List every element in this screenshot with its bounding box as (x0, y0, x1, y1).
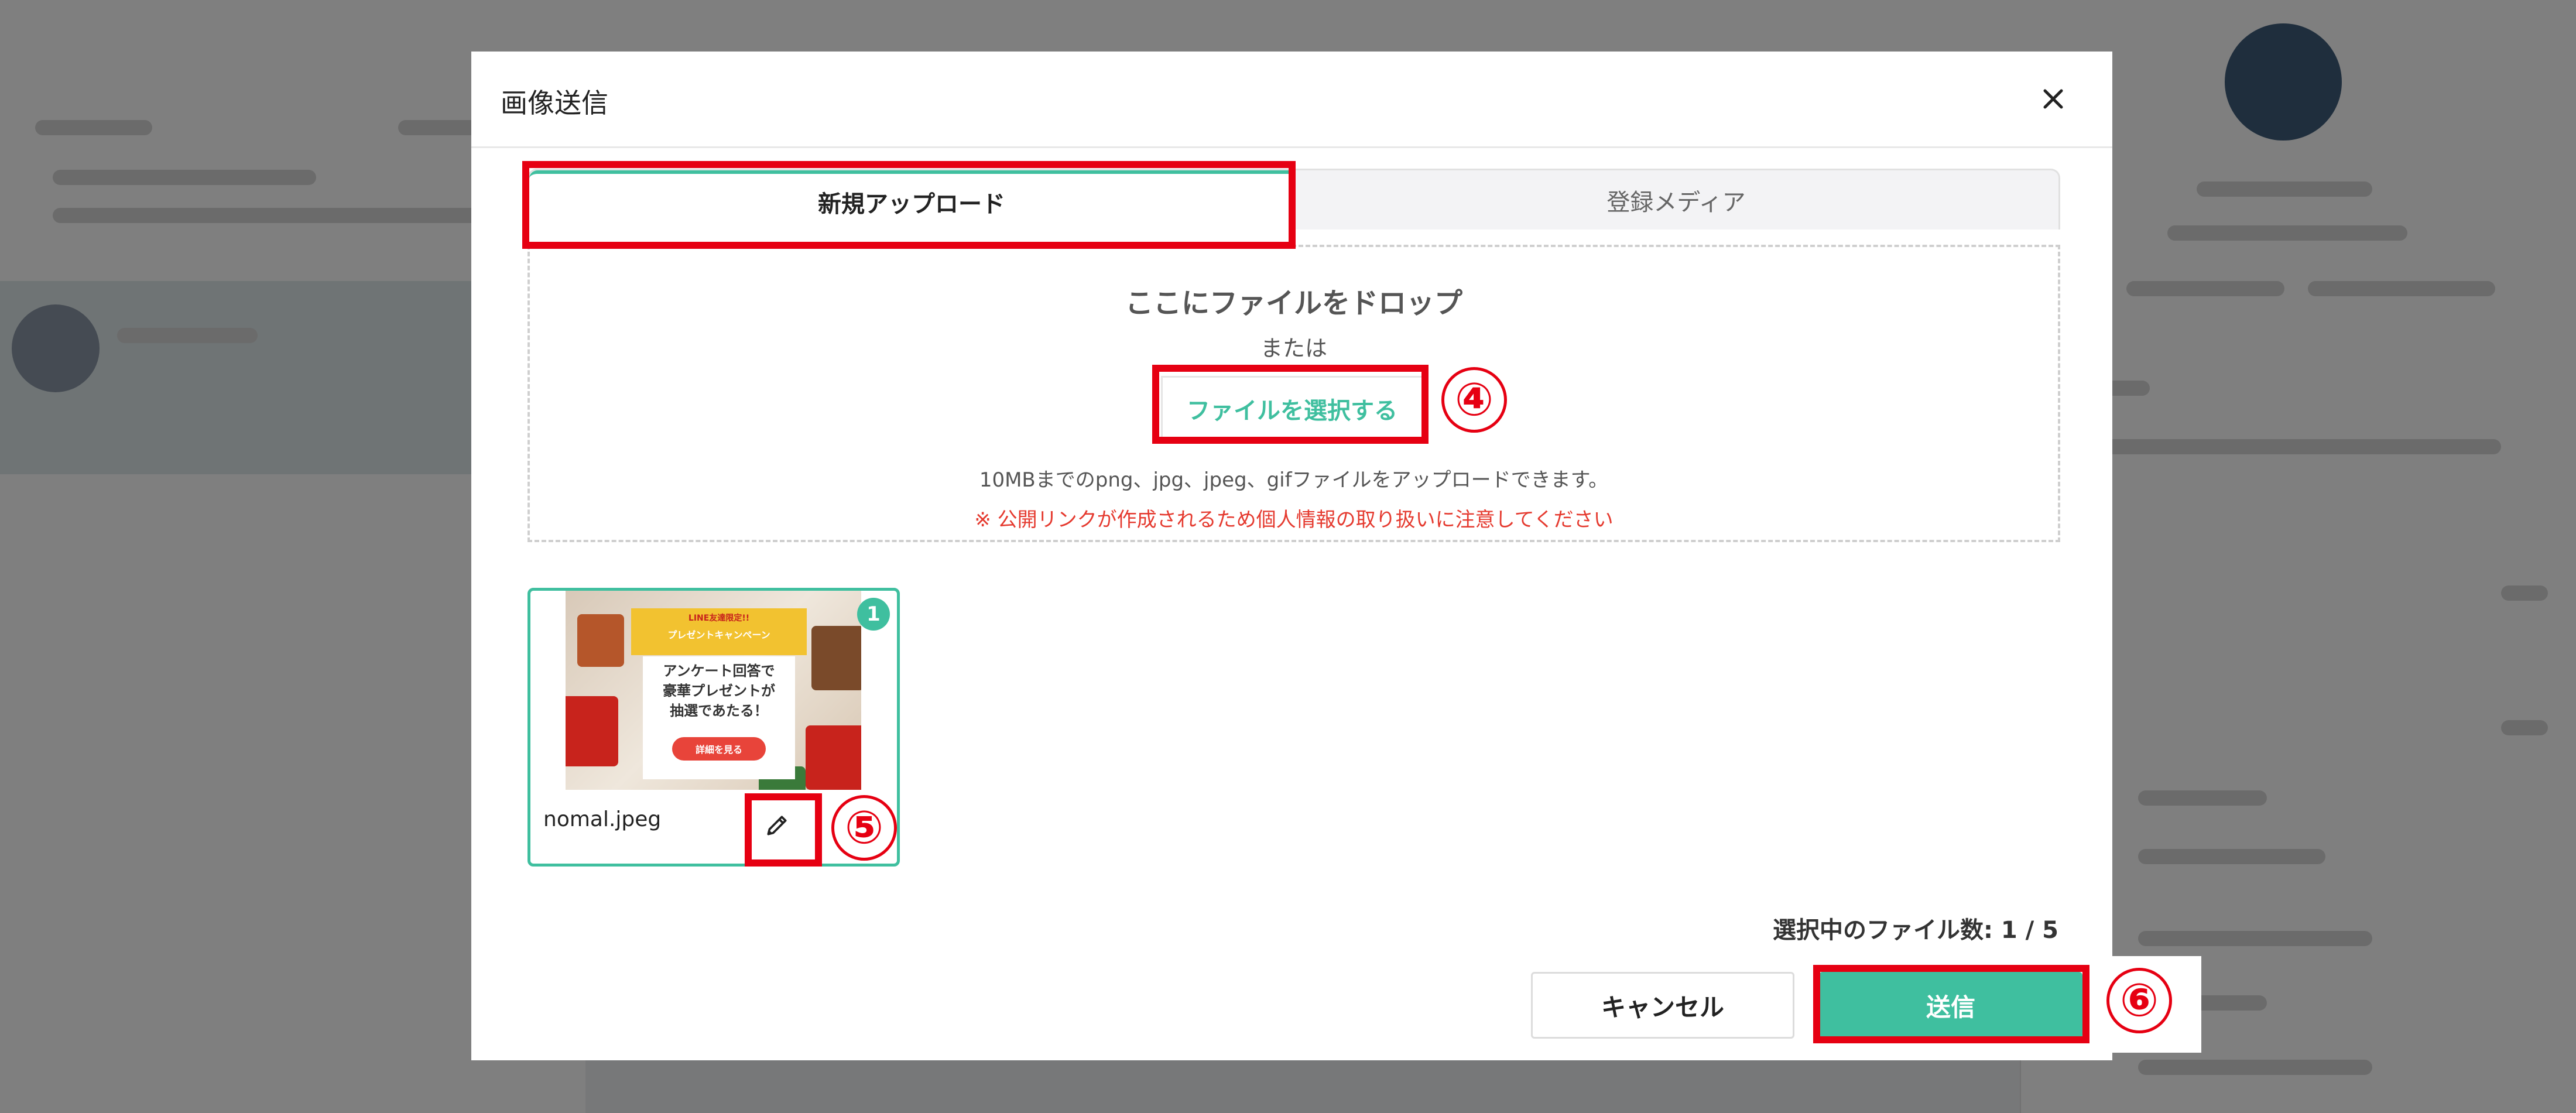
annotation-number-4: ④ (1441, 367, 1507, 433)
thumbnail-banner-line2: プレゼントキャンペーン (667, 629, 770, 641)
file-order-badge: 1 (857, 598, 890, 631)
pencil-icon (767, 816, 787, 835)
annotation-number-5: ⑤ (831, 795, 897, 861)
dropzone-warning: ※ 公開リンクが作成されるため個人情報の取り扱いに注意してください (974, 508, 1614, 532)
image-send-modal: 画像送信 新規アップロード 登録メディア ここにファイルをドロップ または ファ… (471, 52, 2112, 1060)
cancel-button[interactable]: キャンセル (1531, 972, 1794, 1039)
select-file-button[interactable]: ファイルを選択する (1161, 376, 1423, 441)
modal-header: 画像送信 (471, 52, 2112, 148)
thumbnail-detail-button: 詳細を見る (672, 737, 766, 761)
upload-tabs: 新規アップロード 登録メディア (527, 169, 2060, 230)
close-icon (2043, 89, 2063, 109)
file-thumbnail: LINE友達限定!! プレゼントキャンペーン アンケート回答で 豪華プレゼントが… (566, 591, 861, 790)
selected-file-count: 選択中のファイル数: 1 / 5 (1772, 917, 2058, 944)
dropzone-info: 10MBまでのpng、jpg、jpeg、gifファイルをアップロードできます。 (979, 468, 1609, 492)
modal-title: 画像送信 (501, 87, 608, 119)
close-button[interactable] (2035, 81, 2071, 117)
tab-new-upload[interactable]: 新規アップロード (529, 170, 1294, 230)
dropzone-or: または (1260, 335, 1327, 361)
thumbnail-main-text: アンケート回答で 豪華プレゼントが 抽選であたる！ (663, 663, 775, 719)
file-dropzone[interactable]: ここにファイルをドロップ または ファイルを選択する 10MBまでのpng、jp… (527, 245, 2060, 542)
file-name: nomal.jpeg (543, 807, 662, 831)
tab-registered-media[interactable]: 登録メディア (1294, 170, 2058, 230)
thumbnail-banner-line1: LINE友達限定!! (688, 614, 750, 623)
dropzone-title: ここにファイルをドロップ (1125, 287, 1462, 320)
annotation-number-6: ⑥ (2106, 968, 2172, 1033)
edit-file-button[interactable] (756, 804, 798, 847)
send-button-overlay[interactable]: 送信 (1819, 972, 2082, 1039)
